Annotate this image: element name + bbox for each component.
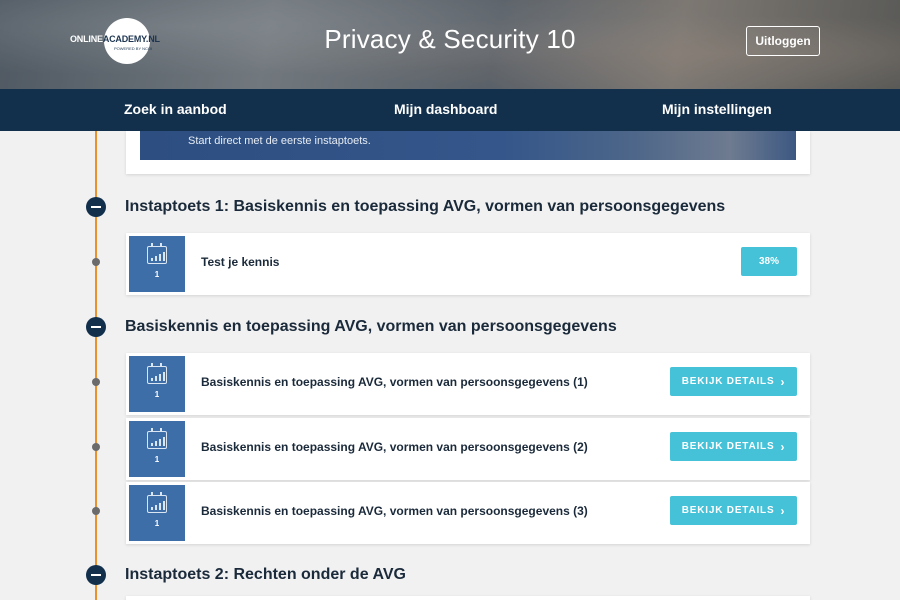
section-collapse-icon[interactable]	[86, 197, 106, 217]
timeline-dot	[92, 258, 100, 266]
section-title: Instaptoets 1: Basiskennis en toepassing…	[125, 198, 726, 215]
nav-item-mijn-dashboard[interactable]: Mijn dashboard	[394, 101, 497, 117]
calendar-chart-icon: 1	[129, 421, 185, 477]
calendar-chart-icon: 1	[129, 356, 185, 412]
item-title: Test je kennis	[201, 255, 280, 269]
list-item[interactable]: 1 Basiskennis en toepassing AVG, vormen …	[126, 482, 810, 544]
intro-card: Start direct met de eerste instaptoets.	[126, 131, 810, 174]
section-title: Instaptoets 2: Rechten onder de AVG	[125, 566, 406, 583]
chevron-right-icon: ›	[780, 374, 786, 389]
details-button[interactable]: BEKIJK DETAILS ›	[670, 432, 797, 461]
timeline-dot	[92, 443, 100, 451]
timeline-dot	[92, 378, 100, 386]
nav-item-zoek-in-aanbod[interactable]: Zoek in aanbod	[124, 101, 227, 117]
main-navigation: Zoek in aanbod Mijn dashboard Mijn inste…	[0, 89, 900, 131]
nav-item-mijn-instellingen[interactable]: Mijn instellingen	[662, 101, 772, 117]
timeline-dot	[92, 507, 100, 515]
details-button[interactable]: BEKIJK DETAILS ›	[670, 496, 797, 525]
chevron-right-icon: ›	[780, 503, 786, 518]
section-collapse-icon[interactable]	[86, 317, 106, 337]
list-item[interactable]: 1 Basiskennis en toepassing AVG, vormen …	[126, 418, 810, 480]
intro-banner-text: Start direct met de eerste instaptoets.	[188, 135, 371, 147]
item-title: Basiskennis en toepassing AVG, vormen va…	[201, 440, 588, 454]
item-title: Basiskennis en toepassing AVG, vormen va…	[201, 504, 588, 518]
calendar-chart-icon: 1	[129, 236, 185, 292]
list-item[interactable]: 1 Basiskennis en toepassing AVG, vormen …	[126, 353, 810, 415]
calendar-chart-icon: 1	[129, 485, 185, 541]
section-title: Basiskennis en toepassing AVG, vormen va…	[125, 318, 617, 335]
details-button[interactable]: BEKIJK DETAILS ›	[670, 367, 797, 396]
chevron-right-icon: ›	[780, 439, 786, 454]
hero-header: ONLINEACADEMY.NL POWERED BY NCOI Privacy…	[0, 0, 900, 89]
progress-badge: 38%	[741, 247, 797, 276]
section-collapse-icon[interactable]	[86, 565, 106, 585]
list-item[interactable]: 1 Test je kennis 38%	[126, 233, 810, 295]
list-item-partial	[126, 596, 810, 600]
intro-banner[interactable]: Start direct met de eerste instaptoets.	[140, 131, 796, 160]
logout-button[interactable]: Uitloggen	[746, 26, 820, 56]
item-title: Basiskennis en toepassing AVG, vormen va…	[201, 375, 588, 389]
